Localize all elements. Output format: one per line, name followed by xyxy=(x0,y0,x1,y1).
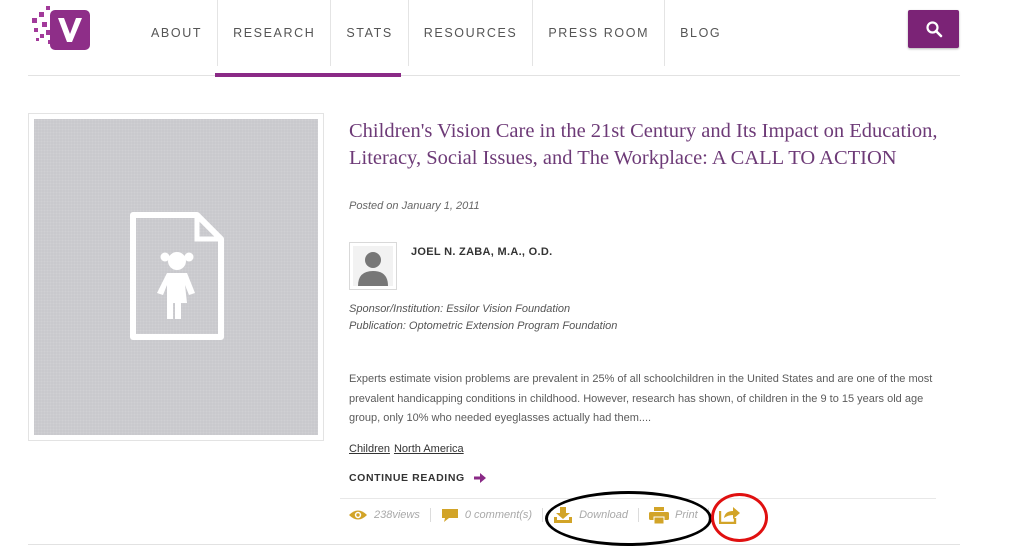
comment-icon xyxy=(441,508,458,522)
nav-about[interactable]: ABOUT xyxy=(136,0,219,66)
main-nav: ABOUT RESEARCH STATS RESOURCES PRESS ROO… xyxy=(136,0,736,66)
article-meta: Sponsor/Institution: Essilor Vision Foun… xyxy=(349,301,617,335)
black-annotation-circle xyxy=(545,491,712,546)
nav-stats[interactable]: STATS xyxy=(331,0,409,66)
nav-resources[interactable]: RESOURCES xyxy=(409,0,534,66)
continue-reading-label: CONTINUE READING xyxy=(349,472,465,484)
eye-icon xyxy=(349,510,367,520)
search-icon xyxy=(925,21,942,38)
search-button[interactable] xyxy=(908,10,959,48)
article-excerpt: Experts estimate vision problems are pre… xyxy=(349,373,933,424)
nav-press-room[interactable]: PRESS ROOM xyxy=(533,0,666,66)
document-child-icon xyxy=(130,212,224,340)
article-title[interactable]: Children's Vision Care in the 21st Centu… xyxy=(349,118,939,172)
tag-list: Children North America xyxy=(349,443,468,455)
views-counter: 238views xyxy=(348,509,420,521)
sponsor-text: Sponsor/Institution: Essilor Vision Foun… xyxy=(349,303,571,315)
user-icon xyxy=(353,246,393,286)
author-name[interactable]: JOEL N. ZABA, M.A., O.D. xyxy=(411,246,552,258)
v-logo-icon[interactable] xyxy=(30,4,96,56)
thumbnail-placeholder xyxy=(34,119,318,435)
action-separator xyxy=(542,508,544,522)
article-thumbnail[interactable] xyxy=(28,113,324,441)
site-header: ABOUT RESEARCH STATS RESOURCES PRESS ROO… xyxy=(0,0,1024,66)
comments-text: 0 comment(s) xyxy=(464,509,533,521)
article-divider xyxy=(28,544,960,545)
action-separator xyxy=(429,508,431,522)
tag-children[interactable]: Children xyxy=(349,443,390,455)
header-divider xyxy=(28,75,960,76)
nav-blog[interactable]: BLOG xyxy=(665,0,736,66)
tag-north-america[interactable]: North America xyxy=(394,443,464,455)
publication-text: Publication: Optometric Extension Progra… xyxy=(349,320,618,332)
red-annotation-circle xyxy=(711,493,768,542)
posted-date: Posted on January 1, 2011 xyxy=(349,200,480,212)
active-nav-indicator xyxy=(215,73,401,77)
nav-research[interactable]: RESEARCH xyxy=(218,0,332,66)
views-text: 238views xyxy=(374,509,420,521)
continue-reading-link[interactable]: CONTINUE READING xyxy=(349,472,486,484)
author-avatar xyxy=(349,242,397,290)
comments-link[interactable]: 0 comment(s) xyxy=(441,508,532,523)
arrow-right-icon xyxy=(473,473,486,483)
